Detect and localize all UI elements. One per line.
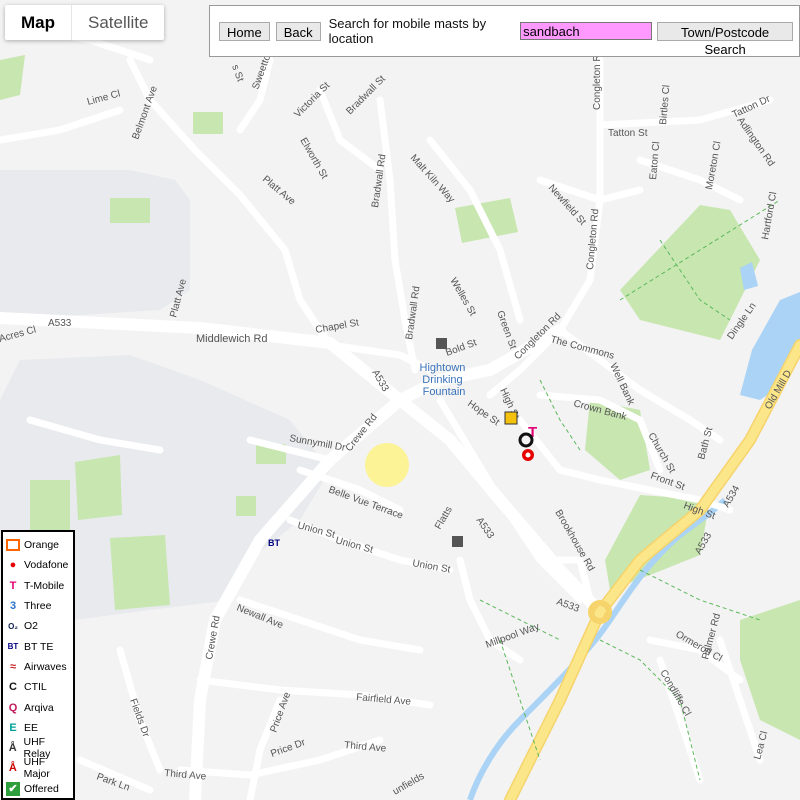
legend-item: O₂ O2 [3, 616, 73, 636]
ctil-icon: C [9, 681, 17, 694]
map-type-control: Map Satellite [5, 5, 165, 40]
legend-item: ✔ Offered [3, 779, 73, 799]
map-canvas[interactable]: A533 Middlewich Rd A533 A533 A533 A534 A… [0, 0, 800, 800]
satellite-button[interactable]: Satellite [72, 5, 164, 40]
legend-item: Å UHF Major [3, 756, 73, 781]
search-prompt: Search for mobile masts by location [328, 16, 487, 46]
offered-icon: ✔ [6, 781, 20, 796]
search-panel: Home Back Search for mobile masts by loc… [209, 5, 800, 57]
three-icon: 3 [9, 600, 17, 613]
legend-item: BT BT TE [3, 636, 73, 656]
legend-label: Airwaves [24, 660, 67, 673]
orange-icon [6, 539, 20, 552]
vodafone-icon: ● [9, 559, 17, 572]
road-label: Middlewich Rd [196, 333, 268, 345]
uhf-relay-icon: Å [8, 742, 17, 755]
legend-label: Three [24, 600, 52, 613]
legend-label: Arqiva [24, 701, 54, 714]
town-postcode-search-button[interactable]: Town/Postcode Search [657, 21, 793, 57]
road-label: Congleton Rd [592, 49, 603, 110]
back-button[interactable]: Back [275, 21, 321, 41]
legend-label: BT TE [24, 640, 54, 653]
operator-legend: Orange ● Vodafone T T-Mobile 3 Three O₂ O2 BT BT T… [1, 530, 75, 800]
uhf-major-icon: Å [8, 762, 17, 775]
poi-label: Hightown Drinking Fountain [420, 362, 469, 398]
legend-item: ≈ Airwaves [3, 657, 73, 677]
home-button[interactable]: Home [219, 21, 270, 41]
legend-item: Q Arqiva [3, 697, 73, 717]
legend-label: T-Mobile [24, 579, 65, 592]
legend-item: Å UHF Relay [3, 736, 73, 760]
legend-item: E EE [3, 718, 73, 738]
location-search-input[interactable] [520, 22, 653, 40]
bt-mast-marker[interactable]: BT [268, 538, 280, 548]
uhf-major-marker[interactable] [504, 411, 518, 425]
legend-label: Orange [24, 539, 60, 552]
legend-item: 3 Three [3, 596, 73, 616]
ee-icon: E [9, 721, 17, 734]
airwaves-icon: ≈ [9, 660, 17, 673]
legend-label: UHF Major [23, 756, 50, 781]
bt-icon: BT [7, 642, 19, 652]
road-label: A533 [48, 318, 72, 329]
legend-label: EE [24, 721, 39, 734]
legend-label: Vodafone [24, 559, 69, 572]
road-label: Tatton St [608, 128, 648, 139]
legend-label: O2 [24, 620, 39, 633]
arqiva-icon: Q [8, 701, 18, 714]
legend-label: Offered [24, 782, 59, 795]
o2-icon: O₂ [8, 621, 18, 631]
tmobile-icon: T [9, 579, 17, 592]
legend-item: C CTIL [3, 677, 73, 697]
legend-item: ● Vodafone [3, 555, 73, 575]
svg-text:BT: BT [268, 538, 280, 548]
legend-label: CTIL [24, 681, 47, 694]
legend-item: Orange [3, 535, 73, 555]
map-button[interactable]: Map [5, 5, 72, 40]
legend-item: T T-Mobile [3, 576, 73, 596]
